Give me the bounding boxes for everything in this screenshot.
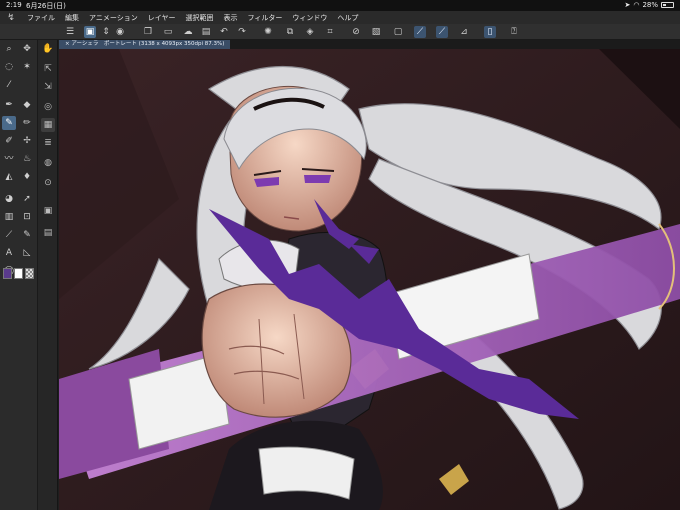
- selection-shrink-icon[interactable]: ◎: [41, 100, 55, 114]
- sub-tool-strip: ✋ ⇱ ⇲ ◎ ▦ ≣ ◍ ⊙ ▣ ▤: [38, 40, 58, 510]
- airbrush-icon[interactable]: ✐: [2, 134, 16, 148]
- status-date: 6月26日(日): [26, 2, 66, 10]
- command-bar: ☰ ▣ ⇕ ◉ ❐ ▭ ☁ ▤ ↶ ↷ ✺ ⧉ ◈ ⌗ ⊘ ▧ ▢ ⟋ ⟋ ⊿ …: [0, 24, 680, 40]
- layer-move-alt-icon[interactable]: ⇲: [41, 80, 55, 94]
- layer-move-icon[interactable]: ⇱: [41, 62, 55, 76]
- correction-icon[interactable]: ◭: [2, 170, 16, 184]
- help-icon[interactable]: ⍰: [508, 26, 520, 38]
- sub-view-icon[interactable]: ▣: [41, 204, 55, 218]
- artwork: [59, 49, 680, 510]
- status-right: ➤ ◠ 28%: [624, 1, 674, 9]
- gradient-icon[interactable]: ▥: [2, 210, 16, 224]
- sub-color-swatch[interactable]: [14, 268, 23, 279]
- object-select-icon[interactable]: ➚: [20, 192, 34, 206]
- document-tab[interactable]: × アーシェラ ポートレート (3138 x 4093px 350dpi 87.…: [59, 40, 231, 49]
- brush-icon[interactable]: ✏: [20, 116, 34, 130]
- menu-edit[interactable]: 編集: [60, 13, 84, 23]
- lasso-icon[interactable]: ◌: [2, 60, 16, 74]
- device-icon[interactable]: ▯: [484, 26, 496, 38]
- save-icon[interactable]: ▤: [200, 26, 212, 38]
- menu-bar: ↯ ファイル 編集 アニメーション レイヤー 選択範囲 表示 フィルター ウィン…: [0, 11, 680, 24]
- location-icon: ➤: [624, 1, 631, 9]
- main-color-swatch[interactable]: [3, 268, 12, 279]
- record-icon[interactable]: ◉: [114, 26, 126, 38]
- new-document-icon[interactable]: ❐: [142, 26, 154, 38]
- battery-icon: [661, 2, 674, 8]
- status-time: 2:19: [6, 1, 22, 9]
- hamburger-menu-icon[interactable]: ☰: [64, 26, 76, 38]
- clear-icon[interactable]: ⊘: [350, 26, 362, 38]
- move-icon[interactable]: ✥: [20, 42, 34, 56]
- fill-bucket-icon[interactable]: ◈: [304, 26, 316, 38]
- fill-icon[interactable]: ◕: [2, 192, 16, 206]
- ruler-snap-icon[interactable]: ⟋: [414, 26, 426, 38]
- frame-icon[interactable]: ⊡: [20, 210, 34, 224]
- transform-icon[interactable]: ⌗: [324, 26, 336, 38]
- settings-gear-icon[interactable]: ✺: [262, 26, 274, 38]
- menu-layer[interactable]: レイヤー: [143, 13, 181, 23]
- layer-panel-toggle-icon[interactable]: ▣: [84, 26, 96, 38]
- redo-icon[interactable]: ↷: [236, 26, 248, 38]
- menu-file[interactable]: ファイル: [22, 13, 60, 23]
- zoom-icon[interactable]: ⌕: [2, 42, 16, 56]
- special-ruler-snap-icon[interactable]: ⟋: [436, 26, 448, 38]
- open-folder-icon[interactable]: ▭: [162, 26, 174, 38]
- menu-window[interactable]: ウィンドウ: [287, 13, 332, 23]
- ios-status-bar: 2:19 6月26日(日) ➤ ◠ 28%: [0, 0, 680, 11]
- tool-bar: ⌕ ✥ ◌ ✶ ⁄ ✒ ◆ ✎ ✏ ✐ ✢ 〰 ♨ ◭ ♦ ◕ ➚ ▥ ⊡ ⟋ …: [0, 40, 38, 510]
- cloud-icon[interactable]: ☁: [182, 26, 194, 38]
- operation-icon[interactable]: ✎: [20, 228, 34, 242]
- layer-list-icon[interactable]: ≣: [41, 136, 55, 150]
- layer-property-icon[interactable]: ▤: [41, 226, 55, 240]
- battery-percent: 28%: [642, 1, 658, 9]
- layer-select-icon[interactable]: ▦: [41, 118, 55, 132]
- navigator-icon[interactable]: ⊙: [41, 176, 55, 190]
- canvas[interactable]: [59, 49, 680, 510]
- hand-icon[interactable]: ✋: [41, 42, 55, 56]
- close-tab-icon[interactable]: ×: [65, 41, 70, 47]
- pen-icon[interactable]: ✒: [2, 98, 16, 112]
- text-icon[interactable]: A: [2, 246, 16, 260]
- menu-selection[interactable]: 選択範囲: [181, 13, 219, 23]
- stamp-icon[interactable]: ♦: [20, 170, 34, 184]
- decoration-icon[interactable]: 〰: [2, 152, 16, 166]
- figure-icon[interactable]: ⟋: [2, 228, 16, 242]
- layer-fill-icon[interactable]: ▧: [370, 26, 382, 38]
- document-title: アーシェラ ポートレート (3138 x 4093px 350dpi 87.3%…: [71, 41, 225, 47]
- layer-copy-icon[interactable]: ⧉: [284, 26, 296, 38]
- grid-snap-icon[interactable]: ⊿: [458, 26, 470, 38]
- menu-animation[interactable]: アニメーション: [84, 13, 143, 23]
- pencil-icon[interactable]: ✎: [2, 116, 16, 130]
- ruler-icon[interactable]: ◺: [20, 246, 34, 260]
- spinner-arrows-icon[interactable]: ⇕: [100, 26, 112, 38]
- menu-help[interactable]: ヘルプ: [332, 13, 363, 23]
- wifi-icon: ◠: [633, 1, 640, 9]
- material-icon[interactable]: ◍: [41, 156, 55, 170]
- eyedropper-icon[interactable]: ⁄: [2, 78, 16, 92]
- document-tab-bar: × アーシェラ ポートレート (3138 x 4093px 350dpi 87.…: [59, 40, 680, 49]
- eraser-icon[interactable]: ◆: [20, 98, 34, 112]
- smudge-icon[interactable]: ♨: [20, 152, 34, 166]
- magic-wand-icon[interactable]: ✶: [20, 60, 34, 74]
- menu-filter[interactable]: フィルター: [243, 13, 288, 23]
- undo-icon[interactable]: ↶: [218, 26, 230, 38]
- layer-mask-icon[interactable]: ▢: [392, 26, 404, 38]
- blend-icon[interactable]: ✢: [20, 134, 34, 148]
- clip-studio-logo-icon[interactable]: ↯: [0, 13, 22, 23]
- menu-view[interactable]: 表示: [219, 13, 243, 23]
- transparent-color-swatch[interactable]: [25, 268, 34, 279]
